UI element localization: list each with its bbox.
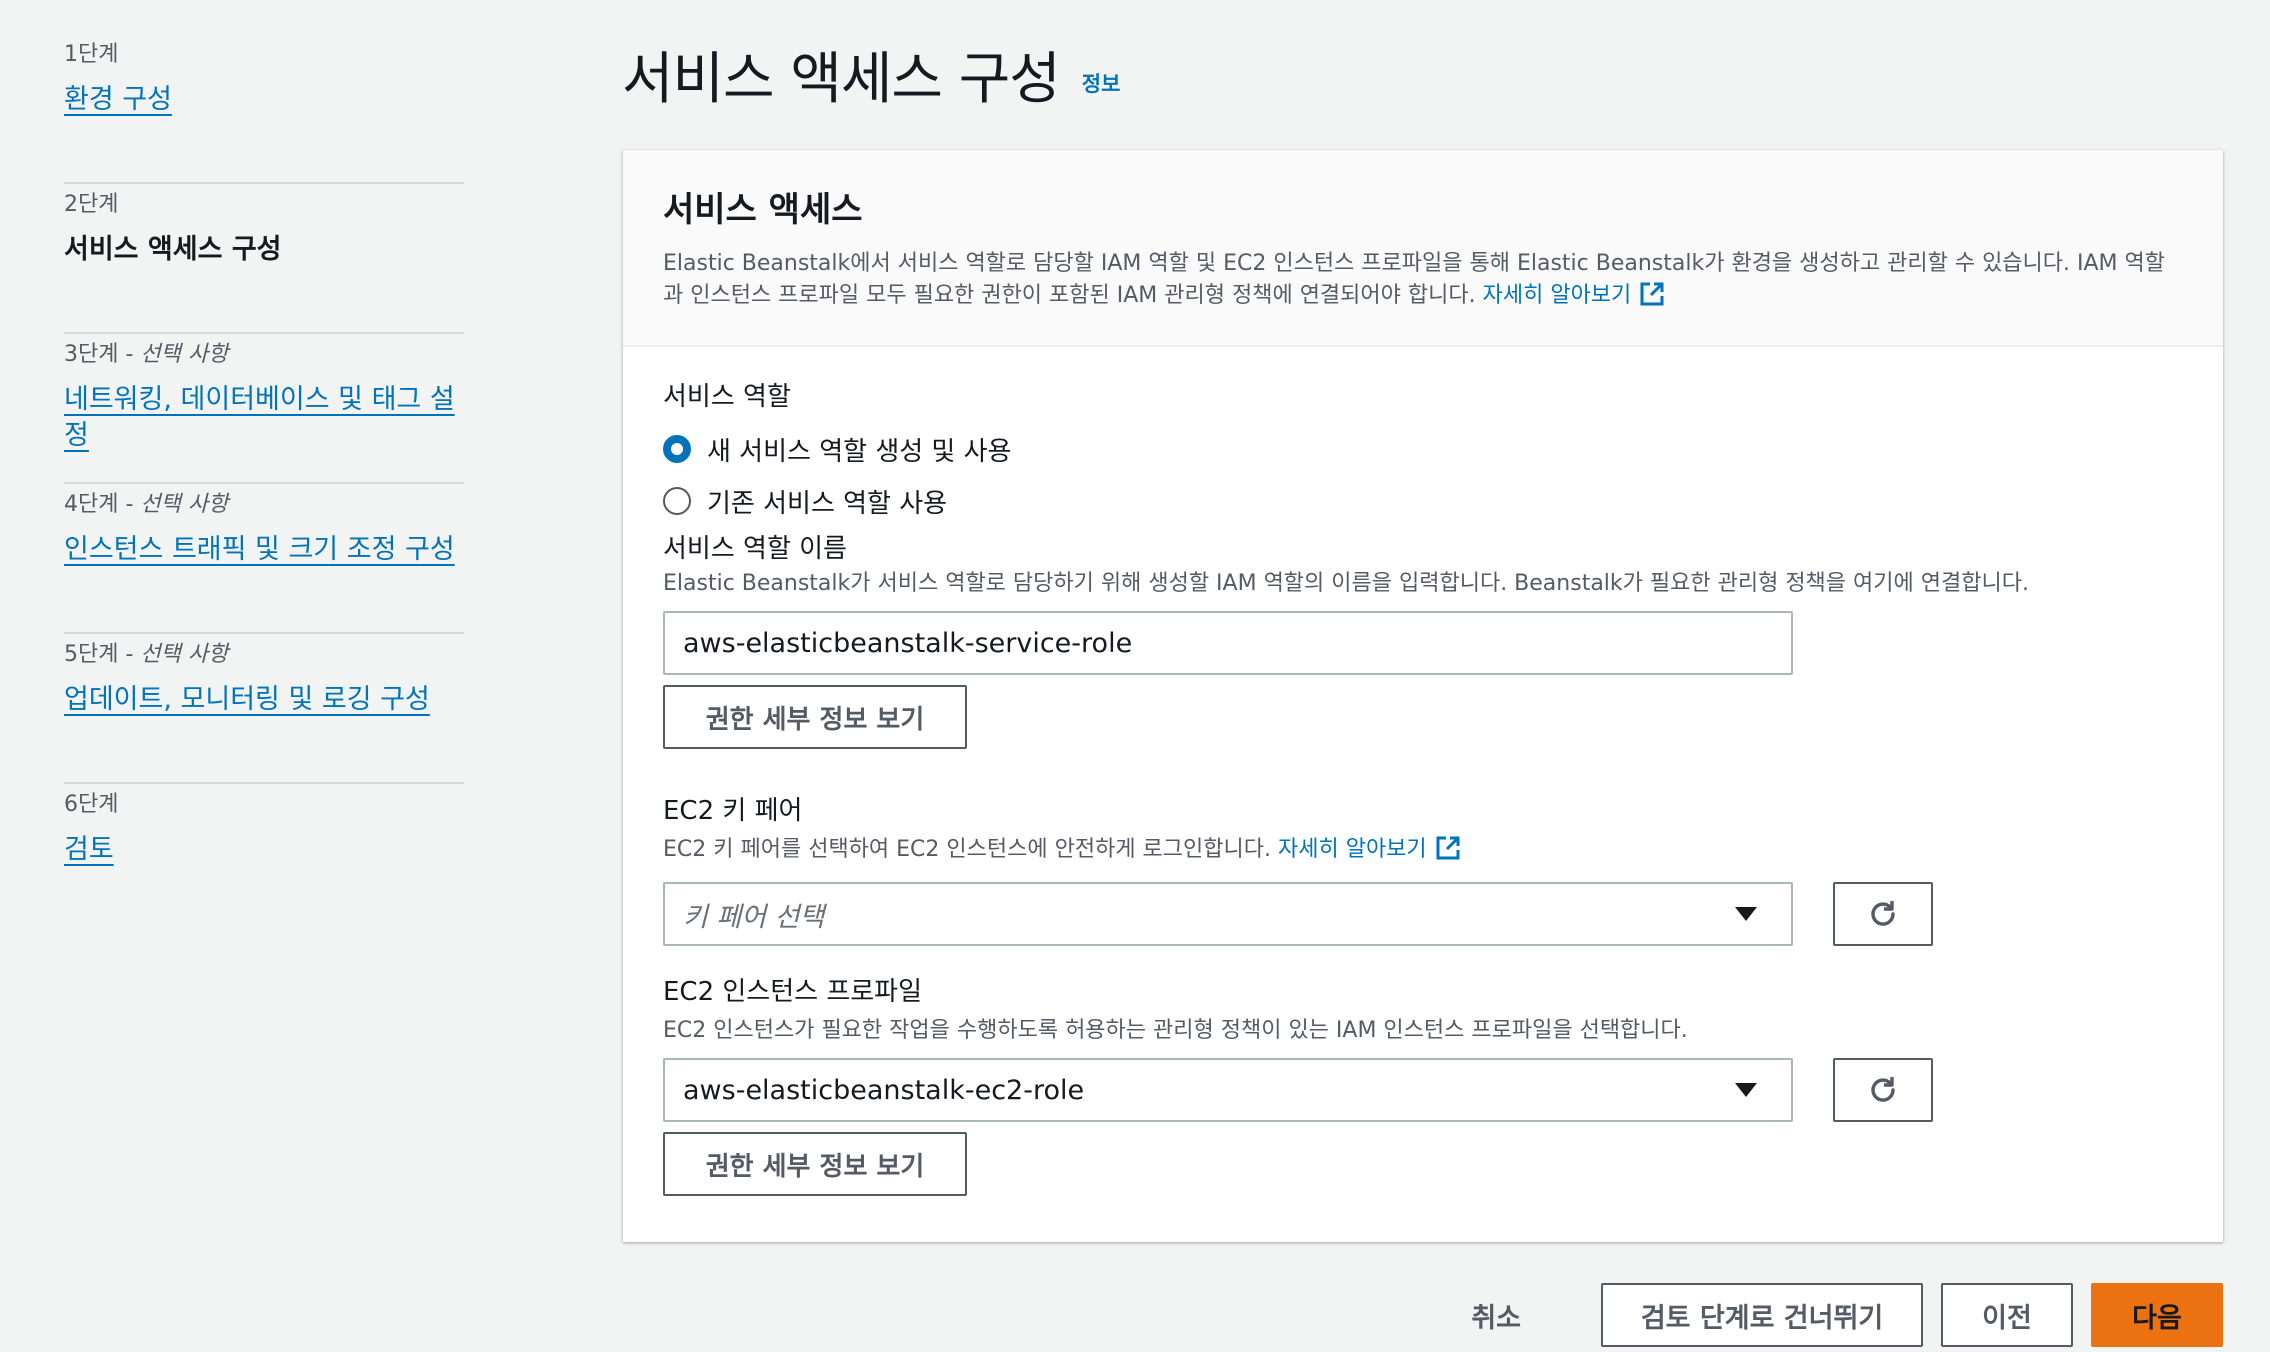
radio-checked-icon[interactable]	[663, 435, 691, 463]
radio-unchecked-icon[interactable]	[663, 487, 691, 515]
view-permissions-button[interactable]: 권한 세부 정보 보기	[663, 685, 967, 749]
step-number: 1단계	[64, 42, 119, 67]
key-pair-select[interactable]: 키 페어 선택	[663, 882, 1793, 946]
refresh-icon	[1871, 1077, 1895, 1102]
step-number: 2단계	[64, 192, 119, 217]
key-pair-learn-more-link[interactable]: 자세히 알아보기	[1278, 837, 1427, 862]
step-current-service-access: 서비스 액세스 구성	[64, 234, 282, 265]
learn-more-link[interactable]: 자세히 알아보기	[1483, 283, 1632, 308]
panel-body: 서비스 역할 새 서비스 역할 생성 및 사용 기존 서비스 역할 사용 서비스…	[623, 347, 2223, 1196]
step-number: 6단계	[64, 792, 119, 817]
wizard-steps-nav: 1단계 환경 구성 2단계 서비스 액세스 구성 3단계 - 선택 사항 네트워…	[64, 34, 464, 934]
view-permissions-button[interactable]: 권한 세부 정보 보기	[663, 1132, 967, 1196]
caret-down-icon	[1735, 907, 1757, 921]
previous-button[interactable]: 이전	[1941, 1283, 2073, 1347]
step-number: 4단계 - 선택 사항	[64, 492, 229, 517]
step-5: 5단계 - 선택 사항 업데이트, 모니터링 및 로깅 구성	[64, 634, 464, 784]
service-role-name-description: Elastic Beanstalk가 서비스 역할로 담당하기 위해 생성할 I…	[663, 571, 2029, 596]
instance-profile-label: EC2 인스턴스 프로파일	[663, 977, 923, 1007]
step-number: 5단계 - 선택 사항	[64, 642, 229, 667]
key-pair-refresh-button[interactable]	[1833, 882, 1933, 946]
step-link-instance-traffic[interactable]: 인스턴스 트래픽 및 크기 조정 구성	[64, 532, 455, 568]
radio-label: 새 서비스 역할 생성 및 사용	[707, 436, 1012, 467]
service-role-label: 서비스 역할	[663, 382, 791, 412]
page-title: 서비스 액세스 구성	[622, 46, 1061, 112]
external-link-icon	[1639, 281, 1665, 317]
page-header: 서비스 액세스 구성 정보	[622, 34, 1120, 114]
caret-down-icon	[1735, 1083, 1757, 1097]
radio-create-new-role[interactable]: 새 서비스 역할 생성 및 사용	[663, 423, 2183, 475]
next-button[interactable]: 다음	[2091, 1283, 2223, 1347]
radio-label: 기존 서비스 역할 사용	[707, 488, 948, 519]
step-3: 3단계 - 선택 사항 네트워킹, 데이터베이스 및 태그 설정	[64, 334, 464, 484]
instance-profile-row: aws-elasticbeanstalk-ec2-role	[663, 1058, 2183, 1122]
step-4: 4단계 - 선택 사항 인스턴스 트래픽 및 크기 조정 구성	[64, 484, 464, 634]
step-link-review[interactable]: 검토	[64, 832, 114, 868]
service-role-name-label: 서비스 역할 이름	[663, 534, 847, 564]
service-role-name-input[interactable]: aws-elasticbeanstalk-service-role	[663, 611, 1793, 675]
service-access-panel: 서비스 액세스 Elastic Beanstalk에서 서비스 역할로 담당할 …	[623, 150, 2223, 1242]
instance-profile-refresh-button[interactable]	[1833, 1058, 1933, 1122]
key-pair-row: 키 페어 선택	[663, 882, 2183, 946]
skip-to-review-button[interactable]: 검토 단계로 건너뛰기	[1601, 1283, 1923, 1347]
step-6: 6단계 검토	[64, 784, 464, 934]
key-pair-label: EC2 키 페어	[663, 796, 803, 826]
panel-description: Elastic Beanstalk에서 서비스 역할로 담당할 IAM 역할 및…	[663, 248, 2183, 317]
step-link-networking[interactable]: 네트워킹, 데이터베이스 및 태그 설정	[64, 382, 464, 454]
step-link-environment-config[interactable]: 환경 구성	[64, 82, 172, 118]
key-pair-description: EC2 키 페어를 선택하여 EC2 인스턴스에 안전하게 로그인합니다. 자세…	[663, 835, 2183, 870]
step-number: 3단계 - 선택 사항	[64, 342, 229, 367]
key-pair-placeholder: 키 페어 선택	[683, 901, 825, 933]
cancel-button[interactable]: 취소	[1471, 1296, 1521, 1335]
panel-title: 서비스 액세스	[663, 190, 863, 230]
wizard-footer: 취소 검토 단계로 건너뛰기 이전 다음	[1471, 1283, 2223, 1347]
step-1: 1단계 환경 구성	[64, 34, 464, 184]
instance-profile-description: EC2 인스턴스가 필요한 작업을 수행하도록 허용하는 관리형 정책이 있는 …	[663, 1018, 1688, 1043]
external-link-icon	[1435, 835, 1461, 870]
step-link-updates-monitoring[interactable]: 업데이트, 모니터링 및 로깅 구성	[64, 682, 430, 718]
refresh-icon	[1871, 901, 1895, 926]
radio-use-existing-role[interactable]: 기존 서비스 역할 사용	[663, 475, 2183, 527]
info-link[interactable]: 정보	[1082, 68, 1121, 98]
instance-profile-value: aws-elasticbeanstalk-ec2-role	[683, 1074, 1085, 1106]
panel-header: 서비스 액세스 Elastic Beanstalk에서 서비스 역할로 담당할 …	[623, 150, 2223, 347]
instance-profile-select[interactable]: aws-elasticbeanstalk-ec2-role	[663, 1058, 1793, 1122]
step-2: 2단계 서비스 액세스 구성	[64, 184, 464, 334]
